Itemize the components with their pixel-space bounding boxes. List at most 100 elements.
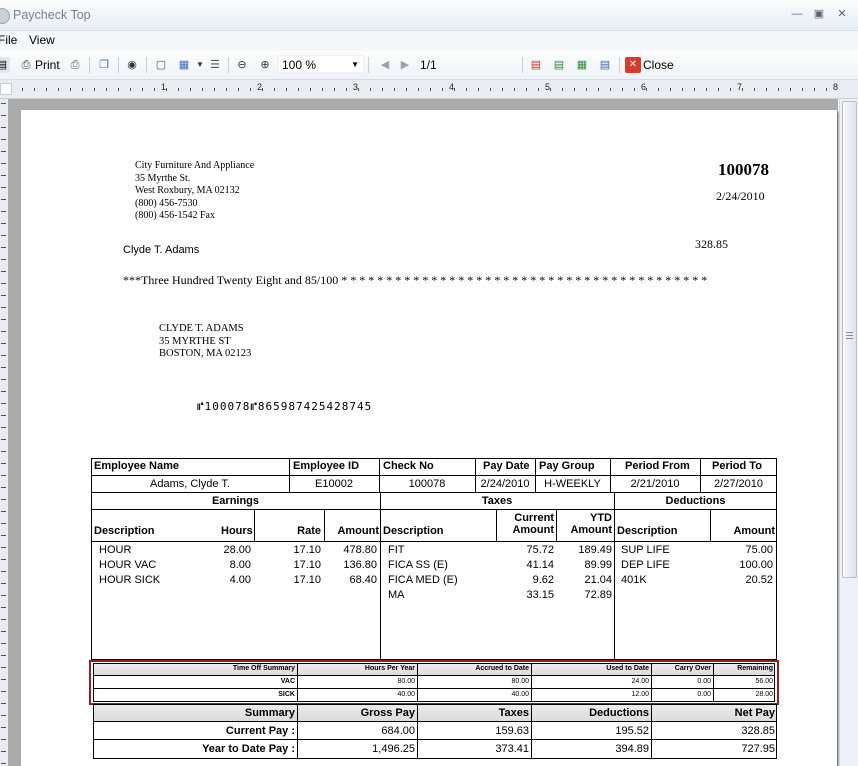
ruler-tick [1, 715, 6, 716]
ruler-tick [466, 88, 467, 91]
ruler-tick [694, 88, 695, 91]
ruler-number: 2 [257, 82, 263, 92]
close-icon[interactable]: ✕ [625, 57, 641, 73]
summary-cell: 394.89 [615, 743, 649, 755]
ruler-tick [1, 631, 6, 632]
previous-page-icon[interactable]: ◀ [377, 57, 393, 73]
company-fax: (800) 456-1542 Fax [135, 210, 215, 221]
next-page-icon[interactable]: ▶ [397, 57, 413, 73]
ruler-tick [514, 88, 515, 91]
page-indicator: 1/1 [420, 58, 437, 72]
ruler-tick [490, 88, 491, 91]
ruler-tick [1, 223, 6, 224]
zoom-in-icon[interactable]: ⊕ [257, 57, 273, 73]
window-title: Paycheck Top [13, 8, 91, 22]
vertical-ruler [0, 99, 8, 766]
printer-icon[interactable]: ⎙ [18, 57, 34, 73]
close-window-button[interactable]: ✕ [833, 6, 851, 22]
ruler-tick [538, 88, 539, 91]
ruler-tick [1, 739, 6, 740]
check-amount: 328.85 [695, 237, 728, 251]
ruler-tick [334, 88, 335, 91]
export-word-icon[interactable]: ▤ [597, 57, 613, 73]
earnings-description: HOUR [99, 544, 132, 556]
ruler-tick [322, 88, 323, 91]
ruler-tick [166, 88, 167, 91]
maximize-button[interactable]: ▣ [810, 6, 828, 22]
check-number: 100078 [718, 160, 769, 179]
ruler-tick [1, 367, 6, 368]
deductions-col-description: Description [617, 525, 678, 537]
summary-cell: Current Pay : [225, 725, 295, 737]
multi-page-icon[interactable]: ▦ [176, 57, 192, 73]
timeoff-cell: 80.00 [397, 678, 415, 685]
continuous-icon[interactable]: ☰ [207, 57, 223, 73]
scrollbar-thumb[interactable] [842, 101, 857, 578]
ruler-tick [1, 403, 6, 404]
ruler-tick [46, 88, 47, 91]
minimize-button[interactable]: — [788, 6, 806, 22]
ruler-tick [274, 88, 275, 91]
address-line-1: CLYDE T. ADAMS [159, 323, 244, 334]
label-period-from: Period From [625, 460, 690, 472]
amount-in-words: ***Three Hundred Twenty Eight and 85/100… [123, 273, 708, 287]
ruler-tick [1, 763, 6, 764]
ruler-tick [1, 247, 6, 248]
ruler-tick [22, 88, 23, 91]
ruler-tick [574, 88, 575, 91]
ruler-tick [670, 88, 671, 91]
ruler-tick [94, 88, 95, 91]
menu-file[interactable]: File [0, 33, 17, 47]
ruler-tick [1, 151, 6, 152]
taxes-col-ytd-line2: Amount [570, 524, 612, 536]
title-bar: Paycheck Top — ▣ ✕ [0, 0, 858, 31]
app-icon [0, 8, 10, 24]
deductions-col-amount: Amount [733, 525, 775, 537]
vertical-scrollbar[interactable] [839, 99, 858, 766]
ruler-tick [754, 88, 755, 91]
taxes-description: FICA SS (E) [388, 559, 448, 571]
ruler-tick [118, 88, 119, 91]
summary-cell: 373.41 [495, 743, 529, 755]
summary-header: Net Pay [734, 707, 775, 719]
timeoff-cell: 12.00 [631, 691, 649, 698]
export-excel-icon[interactable]: ▤ [551, 57, 567, 73]
ruler-tick [178, 88, 179, 91]
ruler-tick [1, 187, 6, 188]
export-csv-icon[interactable]: ▦ [574, 57, 590, 73]
company-address: City Furniture And Appliance 35 Myrthe S… [135, 160, 254, 223]
copy-icon[interactable]: ❐ [96, 57, 112, 73]
ruler-tick [1, 319, 6, 320]
horizontal-ruler: 1 2 3 4 5 6 7 8 [0, 80, 858, 99]
quick-print-icon[interactable]: ⎙ [67, 57, 83, 73]
export-pdf-icon[interactable]: ▤ [528, 57, 544, 73]
timeoff-cell: 24.00 [631, 678, 649, 685]
zoom-out-icon[interactable]: ⊖ [234, 57, 250, 73]
ruler-tick [742, 88, 743, 91]
ruler-tick [1, 259, 6, 260]
ruler-tick [1, 727, 6, 728]
page-setup-icon[interactable]: ▤ [0, 57, 10, 73]
deductions-description: SUP LIFE [621, 544, 670, 556]
find-icon[interactable]: ◉ [124, 57, 140, 73]
chevron-down-icon[interactable]: ▼ [192, 57, 208, 73]
close-button[interactable]: Close [643, 56, 674, 74]
ruler-tick [1, 679, 6, 680]
zoom-select[interactable]: 100 % ▼ [278, 55, 364, 73]
timeoff-cell: 40.00 [397, 691, 415, 698]
ruler-tick [1, 271, 6, 272]
timeoff-header: Accrued to Date [475, 665, 529, 672]
summary-header: Deductions [589, 707, 649, 719]
ruler-tick [250, 88, 251, 91]
separator [118, 57, 119, 73]
ruler-tick [1, 571, 6, 572]
print-button[interactable]: Print [35, 56, 60, 74]
timeoff-cell: 0.00 [697, 678, 711, 685]
single-page-icon[interactable]: ▢ [153, 57, 169, 73]
ruler-tick [1, 139, 6, 140]
menu-bar: File View [0, 31, 858, 51]
ruler-tick [598, 88, 599, 91]
menu-view[interactable]: View [29, 33, 55, 47]
taxes-description: FICA MED (E) [388, 574, 458, 586]
earnings-hours: 8.00 [229, 559, 251, 571]
